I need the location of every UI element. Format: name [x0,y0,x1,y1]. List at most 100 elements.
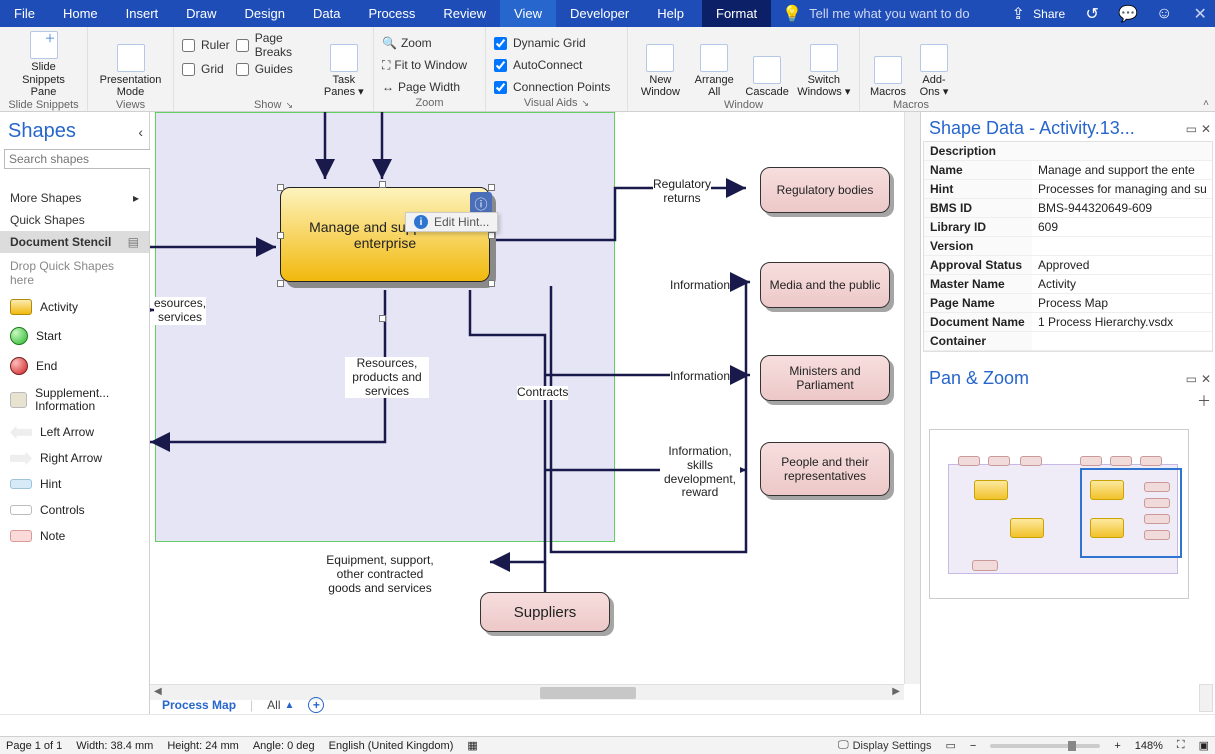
selection-handle[interactable] [277,232,284,239]
stencil-end[interactable]: End [0,351,149,381]
quick-shapes-link[interactable]: Quick Shapes [0,209,149,231]
node-suppliers[interactable]: Suppliers [480,592,610,632]
fit-to-window-button[interactable]: ⛶Fit to Window [382,55,467,75]
cascade-button[interactable]: Cascade [744,31,791,99]
shape-data-row[interactable]: Library ID609 [924,218,1212,237]
zoom-slider[interactable] [990,744,1100,748]
page-tab-process-map[interactable]: Process Map [162,698,236,712]
shape-data-row[interactable]: Approval StatusApproved [924,256,1212,275]
selection-handle[interactable] [379,181,386,188]
tell-me-input[interactable] [809,6,1009,21]
menu-insert[interactable]: Insert [112,0,173,27]
shape-data-value[interactable]: Activity [1032,275,1212,293]
zoom-value[interactable]: 148% [1135,740,1163,752]
menu-help[interactable]: Help [643,0,698,27]
add-page-button[interactable]: + [308,697,324,713]
macro-record-icon[interactable]: ▦ [467,739,477,752]
panzoom-viewport[interactable] [1080,468,1182,558]
menu-format[interactable]: Format [702,0,771,27]
stencil-hint[interactable]: Hint [0,471,149,497]
presentation-view-icon[interactable]: ▭ [945,739,955,752]
shapes-collapse-icon[interactable]: ‹ [138,124,143,140]
ruler-checkbox[interactable]: Ruler [182,35,230,55]
dynamic-grid-checkbox[interactable]: Dynamic Grid [494,33,610,53]
stencil-start[interactable]: Start [0,321,149,351]
shape-data-row[interactable]: NameManage and support the ente [924,161,1212,180]
zoom-button[interactable]: 🔍Zoom [382,33,467,53]
autoconnect-checkbox[interactable]: AutoConnect [494,55,610,75]
new-window-button[interactable]: New Window [636,31,685,99]
edit-hint-callout[interactable]: iEdit Hint... [405,212,498,232]
shape-data-row[interactable]: HintProcesses for managing and su [924,180,1212,199]
menu-view[interactable]: View [500,0,556,27]
selection-handle[interactable] [277,184,284,191]
guides-checkbox[interactable]: Guides [236,59,317,79]
menu-design[interactable]: Design [231,0,299,27]
selection-handle[interactable] [488,232,495,239]
shape-data-row[interactable]: Document Name1 Process Hierarchy.vsdx [924,313,1212,332]
pane-window-icon[interactable]: ▭ [1186,372,1197,386]
visual-aids-dialog-icon[interactable]: ↘ [582,98,590,109]
macros-button[interactable]: Macros [868,31,908,99]
comment-icon[interactable]: 💬 [1119,5,1137,23]
shape-data-grid[interactable]: Description NameManage and support the e… [923,141,1213,352]
shape-data-value[interactable] [1032,237,1212,255]
grid-checkbox[interactable]: Grid [182,59,230,79]
more-shapes-link[interactable]: More Shapes▸ [0,187,149,209]
shape-data-value[interactable]: 609 [1032,218,1212,236]
addons-button[interactable]: Add- Ons ▾ [914,31,954,99]
stencil-right-arrow[interactable]: Right Arrow [0,445,149,471]
history-icon[interactable]: ↺ [1083,5,1101,23]
menu-data[interactable]: Data [299,0,354,27]
panzoom-body[interactable] [921,411,1215,684]
shape-data-row[interactable]: Version [924,237,1212,256]
selection-handle[interactable] [379,315,386,322]
menu-process[interactable]: Process [354,0,429,27]
menu-draw[interactable]: Draw [172,0,230,27]
presentation-mode-button[interactable]: Presentation Mode [99,31,163,99]
shape-data-row[interactable]: Page NameProcess Map [924,294,1212,313]
canvas[interactable]: Manage and support the enterprise ⓘ iEdi… [150,112,920,714]
show-dialog-icon[interactable]: ↘ [285,100,293,111]
display-settings-button[interactable]: 🖵Display Settings [838,739,931,752]
shape-data-row[interactable]: Container [924,332,1212,351]
zoom-in-icon[interactable]: + [1114,740,1120,752]
node-media[interactable]: Media and the public [760,262,890,308]
pane-window-icon[interactable]: ▭ [1186,122,1197,136]
shape-data-row[interactable]: BMS IDBMS-944320649-609 [924,199,1212,218]
tell-me[interactable]: 💡 [783,5,1009,23]
page-width-button[interactable]: ↔Page Width [382,77,467,97]
share-button[interactable]: ⇪ Share [1009,5,1065,23]
activity-shape[interactable]: Manage and support the enterprise [280,187,490,282]
shape-data-value[interactable]: Processes for managing and su [1032,180,1212,198]
stencil-left-arrow[interactable]: Left Arrow [0,419,149,445]
vertical-scrollbar[interactable] [904,112,920,684]
panzoom-scrollbar[interactable] [1199,684,1213,712]
smiley-icon[interactable]: ☺ [1155,5,1173,23]
pane-close-icon[interactable]: ✕ [1201,372,1211,386]
selection-handle[interactable] [488,280,495,287]
node-people[interactable]: People and their representatives [760,442,890,496]
shape-data-value[interactable]: BMS-944320649-609 [1032,199,1212,217]
selection-handle[interactable] [488,184,495,191]
slide-snippets-pane-button[interactable]: ＋ Slide Snippets Pane [12,31,76,99]
arrange-all-button[interactable]: Arrange All [691,31,738,99]
search-shapes-input[interactable] [4,149,169,169]
shape-data-value[interactable]: Process Map [1032,294,1212,312]
shape-data-value[interactable] [1032,332,1212,350]
full-screen-icon[interactable]: ▣ [1199,739,1209,752]
node-regulatory[interactable]: Regulatory bodies [760,167,890,213]
node-ministers[interactable]: Ministers and Parliament [760,355,890,401]
stencil-note[interactable]: Note [0,523,149,549]
panzoom-thumbnail[interactable] [929,429,1189,599]
shape-data-value[interactable]: 1 Process Hierarchy.vsdx [1032,313,1212,331]
switch-windows-button[interactable]: Switch Windows ▾ [797,31,851,99]
fit-page-icon[interactable]: ⛶ [1177,739,1185,752]
document-stencil-link[interactable]: Document Stencil▤ [0,231,149,253]
zoom-in-icon[interactable]: ＋ [1197,393,1211,409]
all-pages-button[interactable]: All ▲ [267,698,294,712]
pane-close-icon[interactable]: ✕ [1201,122,1211,136]
collapse-ribbon-icon[interactable]: ˄ [1203,98,1209,109]
close-icon[interactable]: ✕ [1191,5,1209,23]
menu-review[interactable]: Review [429,0,500,27]
